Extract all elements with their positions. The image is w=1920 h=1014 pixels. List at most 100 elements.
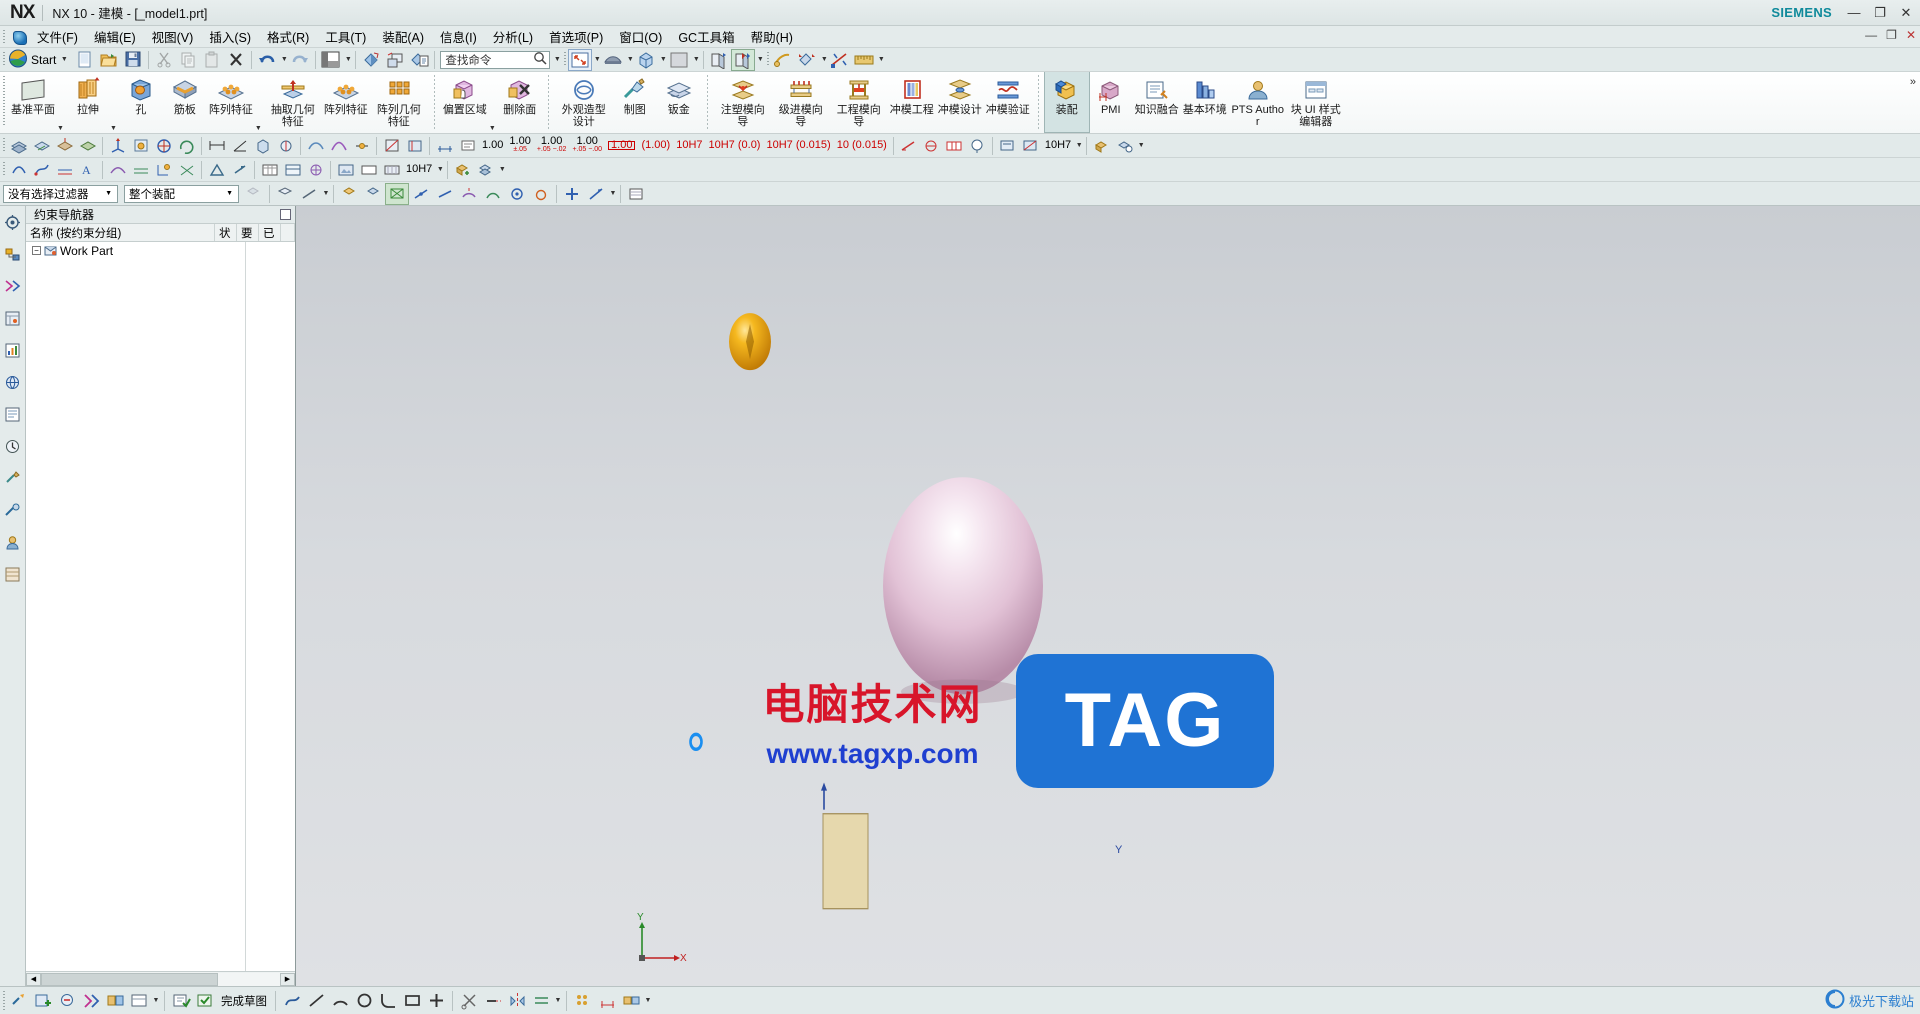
fit-view-chevron-down-icon[interactable]: ▼	[593, 56, 601, 63]
transparency-button[interactable]	[383, 49, 407, 71]
fit-view-button[interactable]	[568, 48, 593, 71]
deviation-button[interactable]	[350, 135, 373, 156]
section-chevron-down-icon[interactable]: ▼	[756, 56, 764, 63]
delete-button[interactable]	[224, 49, 248, 71]
wcs-display-button[interactable]	[106, 135, 129, 156]
open-file-button[interactable]	[97, 49, 121, 71]
ribbon-item-mold-wizard[interactable]: 注塑模向导	[714, 72, 772, 132]
wcs-origin-button[interactable]	[129, 135, 152, 156]
history-palette-icon[interactable]	[3, 404, 23, 424]
layer-settings-button[interactable]	[7, 135, 30, 156]
window-layout-button[interactable]	[319, 49, 343, 71]
datum-feature-button[interactable]	[897, 135, 920, 156]
redo-button[interactable]	[288, 49, 312, 71]
hd3d-tools-icon[interactable]	[3, 468, 23, 488]
clock-dim-button[interactable]	[380, 159, 403, 180]
text-curve-button[interactable]: A	[76, 159, 99, 180]
system-materials-icon[interactable]	[3, 564, 23, 584]
assembly-constraint-button[interactable]	[795, 49, 819, 71]
circle-button[interactable]	[352, 989, 376, 1013]
arrow-shape-button[interactable]	[228, 159, 251, 180]
offset-curve-button[interactable]	[129, 159, 152, 180]
quick-dimension-button[interactable]	[595, 989, 619, 1013]
search-input[interactable]: 查找命令	[440, 50, 551, 69]
ribbon-item-die-validation[interactable]: 冲模验证	[984, 72, 1032, 132]
assembly-constraints-button[interactable]	[1113, 135, 1136, 156]
view-list-button[interactable]	[624, 183, 648, 205]
project-curve-button[interactable]	[152, 159, 175, 180]
display-section-button[interactable]	[380, 135, 403, 156]
ribbon-item-rib[interactable]: 筋板	[163, 72, 207, 132]
zoom-style-chevron-down-icon[interactable]: ▼	[626, 56, 634, 63]
cut-button[interactable]	[152, 49, 176, 71]
offset-sketch-button[interactable]	[529, 989, 553, 1013]
column-extra[interactable]	[281, 224, 295, 241]
undo-chevron-down-icon[interactable]: ▼	[280, 56, 288, 63]
search-chevron-down-icon[interactable]: ▼	[553, 56, 561, 63]
ribbon-overflow-icon[interactable]: »	[1910, 76, 1916, 88]
intersect-curve-button[interactable]	[175, 159, 198, 180]
snap-intersection-button[interactable]	[433, 183, 457, 205]
copy-to-layer-button[interactable]	[76, 135, 99, 156]
scale-ruler-chevron-down-icon[interactable]: ▼	[877, 56, 885, 63]
selection-filter-combo[interactable]: 没有选择过滤器 ▼	[3, 184, 118, 203]
menu-item-0[interactable]: 文件(F)	[29, 25, 86, 48]
assembly-chevron-down-icon[interactable]: ▼	[1137, 142, 1145, 149]
ribbon-item-assembly[interactable]: 装配	[1043, 72, 1090, 133]
view-toolbar-grip[interactable]	[561, 48, 569, 71]
arc-button[interactable]	[328, 989, 352, 1013]
maximize-button[interactable]: ❐	[1872, 4, 1888, 20]
fit-value-3[interactable]: 10H7 (0.015)	[763, 135, 833, 156]
sketch-tools-chevron-down-icon[interactable]: ▼	[152, 997, 160, 1004]
point-button[interactable]	[424, 989, 448, 1013]
add-sketch-button[interactable]	[31, 989, 55, 1013]
column-name[interactable]: 名称 (按约束分组)	[26, 224, 215, 241]
sketch-point-button[interactable]	[7, 989, 31, 1013]
render-style-button[interactable]	[359, 49, 383, 71]
menu-item-8[interactable]: 分析(L)	[485, 25, 541, 48]
graphics-viewport[interactable]: Y Y X 电脑技术网 www.tagxp.com TAG	[296, 206, 1920, 986]
bridge-curve-button[interactable]	[106, 159, 129, 180]
snap-arc-center-button[interactable]	[457, 183, 481, 205]
navigator-horizontal-scrollbar[interactable]: ◀ ▶	[26, 971, 295, 986]
feature-control-frame-button[interactable]	[943, 135, 966, 156]
ribbon-item-pattern-feature[interactable]: 阵列特征	[207, 72, 255, 132]
ribbon-item-chevron-down-icon[interactable]: ▼	[255, 125, 264, 132]
triangle-shape-button[interactable]	[205, 159, 228, 180]
pmi-note-button[interactable]	[456, 135, 479, 156]
snap-quadrant-button[interactable]	[481, 183, 505, 205]
ribbon-item-extract-geometry[interactable]: 抽取几何特征	[264, 72, 322, 132]
snap-circle-button[interactable]	[505, 183, 529, 205]
roles-icon[interactable]	[3, 532, 23, 552]
column-done[interactable]: 已	[259, 224, 281, 241]
measure-body-button[interactable]	[251, 135, 274, 156]
orient-view-button[interactable]	[634, 49, 658, 71]
mirror-button[interactable]	[505, 989, 529, 1013]
inner-maximize-button[interactable]: ❐	[1886, 28, 1897, 42]
point-constructor-chevron-down-icon[interactable]: ▼	[609, 190, 617, 197]
scroll-right-arrow-icon[interactable]: ▶	[280, 972, 295, 986]
offset-chevron-down-icon[interactable]: ▼	[554, 997, 562, 1004]
fit-display-value[interactable]: 10H7	[1042, 135, 1074, 156]
navigator-pin-icon[interactable]	[280, 209, 291, 220]
scale-ruler-button[interactable]	[852, 49, 876, 71]
menu-item-4[interactable]: 格式(R)	[259, 25, 317, 48]
menu-item-9[interactable]: 首选项(P)	[541, 25, 611, 48]
extend-button[interactable]	[481, 989, 505, 1013]
ribbon-item-stamping-die[interactable]: 冲模工程	[888, 72, 936, 132]
geometric-constraint-chevron-down-icon[interactable]: ▼	[644, 997, 652, 1004]
menu-item-11[interactable]: GC工具箱	[670, 25, 742, 48]
table-button[interactable]	[258, 159, 281, 180]
start-button[interactable]: Start ▼	[7, 49, 73, 71]
ribbon-item-delete-face[interactable]: 删除面	[498, 72, 542, 132]
ribbon-item-chevron-down-icon[interactable]: ▼	[489, 125, 498, 132]
utility-row2-grip[interactable]	[0, 158, 7, 181]
tree-row-work-part[interactable]: − Work Part	[26, 242, 295, 259]
scroll-thumb[interactable]	[41, 972, 218, 986]
ribbon-item-offset-region[interactable]: 偏置区域	[441, 72, 489, 132]
component-chevron-down-icon[interactable]: ▼	[498, 166, 506, 173]
tolerance-value-4[interactable]: 1.00 +.05 −.00	[569, 135, 605, 156]
fit-value-4[interactable]: 10 (0.015)	[834, 135, 890, 156]
scope-filter-combo[interactable]: 整个装配 ▼	[124, 184, 239, 203]
snap-center-button[interactable]	[361, 183, 385, 205]
